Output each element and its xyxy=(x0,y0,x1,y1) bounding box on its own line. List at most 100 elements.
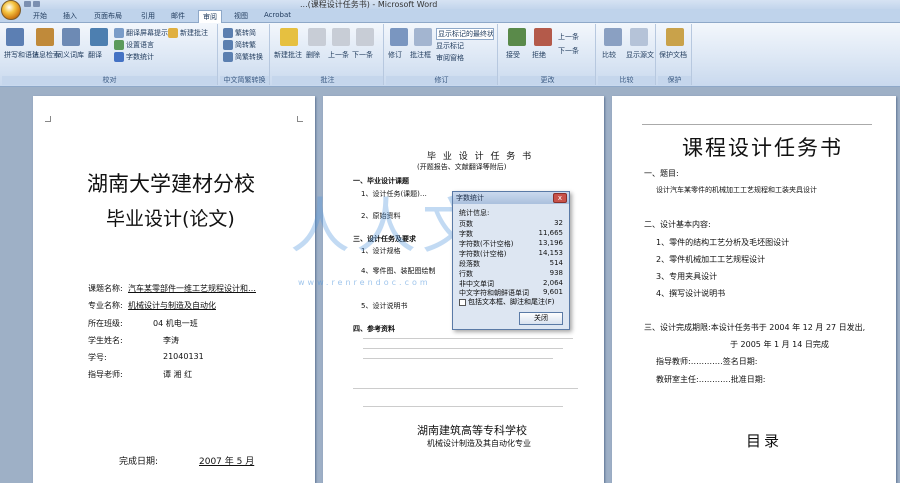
tab-references[interactable]: 引用 xyxy=(141,11,155,21)
reject-button[interactable]: 拒绝 xyxy=(532,50,546,60)
tab-review[interactable]: 审阅 xyxy=(198,10,222,24)
group-label-comments: 批注 xyxy=(272,76,383,85)
conversion-icon xyxy=(223,52,233,62)
show-source-button[interactable]: 显示源文档 xyxy=(626,50,654,60)
assignment-item: 指导教师:…………签名日期: xyxy=(656,357,758,366)
stat-label: 字符数(不计空格) xyxy=(459,240,514,248)
include-textboxes-checkbox[interactable]: 包括文本框、脚注和尾注(F) xyxy=(459,297,555,307)
group-label-chinese-conversion: 中文简繁转换 xyxy=(220,76,269,85)
research-icon[interactable] xyxy=(36,28,54,46)
stat-row: 行数 938 xyxy=(459,269,565,279)
simp-to-trad-icon xyxy=(223,40,233,50)
track-changes-icon[interactable] xyxy=(390,28,408,46)
assignment-item: 1、零件的结构工艺分析及毛坯图设计 xyxy=(656,238,790,247)
delete-comment-button[interactable]: 删除 xyxy=(306,50,320,60)
new-comment-button[interactable]: 新建批注 xyxy=(274,50,302,60)
previous-change-button[interactable]: 上一条 xyxy=(558,32,579,42)
set-language-button[interactable]: 设置语言 xyxy=(114,40,154,50)
new-comment-icon[interactable] xyxy=(280,28,298,46)
close-button[interactable] xyxy=(882,0,896,8)
stat-value: 11,665 xyxy=(538,229,564,237)
new-comment-small-button[interactable]: 新建批注 xyxy=(168,28,208,38)
table-of-contents-heading: 目录 xyxy=(746,432,783,450)
stat-value: 9,601 xyxy=(542,288,563,296)
next-comment-icon[interactable] xyxy=(356,28,374,46)
show-source-icon[interactable] xyxy=(630,28,648,46)
field-value-topic: 汽车某零部件一维工艺规程设计和… xyxy=(128,284,256,293)
ribbon: 拼写和语法 信息检索 同义词库 翻译 翻译屏幕提示 设置语言 字数统计 新建批注… xyxy=(0,23,900,87)
translation-tip-button[interactable]: 翻译屏幕提示 xyxy=(114,28,168,38)
trad-to-simp-button[interactable]: 繁转简 xyxy=(223,28,256,38)
close-dialog-button[interactable]: 关闭 xyxy=(519,312,563,325)
page-3-assignment[interactable]: 课程设计任务书 一、题目: 设计汽车某零件的机械加工工艺规程和工装夹具设计 二、… xyxy=(612,96,896,483)
language-icon xyxy=(114,40,124,50)
assignment-item: 3、专用夹具设计 xyxy=(656,272,718,281)
stat-row: 页数 32 xyxy=(459,219,565,229)
accept-button[interactable]: 接受 xyxy=(506,50,520,60)
stat-value: 14,153 xyxy=(538,249,564,257)
translation-tip-label: 翻译屏幕提示 xyxy=(126,29,168,37)
next-change-button[interactable]: 下一条 xyxy=(558,46,579,56)
thesaurus-icon[interactable] xyxy=(62,28,80,46)
tab-view[interactable]: 视图 xyxy=(234,11,248,21)
undo-icon[interactable] xyxy=(33,1,40,7)
track-changes-button[interactable]: 修订 xyxy=(388,50,402,60)
compare-icon[interactable] xyxy=(604,28,622,46)
reject-icon[interactable] xyxy=(534,28,552,46)
reviewing-pane-button[interactable]: 审阅窗格 xyxy=(436,53,464,63)
word-count-button[interactable]: 字数统计 xyxy=(114,52,154,62)
school-name: 湖南大学建材分校 xyxy=(87,172,255,196)
major-footer: 机械设计制造及其自动化专业 xyxy=(427,439,531,448)
dialog-title: 字数统计 xyxy=(453,192,569,204)
spelling-icon[interactable] xyxy=(6,28,24,46)
page-1-cover[interactable]: 湖南大学建材分校 毕业设计(论文) 课题名称: 汽车某零部件一维工艺规程设计和…… xyxy=(33,96,315,483)
minimize-button[interactable] xyxy=(854,0,868,8)
translate-button[interactable]: 翻译 xyxy=(88,50,102,60)
balloons-button[interactable]: 批注框 xyxy=(410,50,431,60)
tab-page-layout[interactable]: 页面布局 xyxy=(94,11,122,21)
previous-comment-icon[interactable] xyxy=(332,28,350,46)
trad-to-simp-label: 繁转简 xyxy=(235,29,256,37)
assignment-item: 二、设计基本内容: xyxy=(644,220,711,229)
assignment-item: 2、零件机械加工工艺规程设计 xyxy=(656,255,766,264)
field-value-advisor: 谭 湘 红 xyxy=(163,370,193,379)
dialog-close-icon[interactable]: x xyxy=(553,193,567,203)
text-line xyxy=(363,406,563,407)
tab-mailings[interactable]: 邮件 xyxy=(171,11,185,21)
group-protect: 保护文档 保护 xyxy=(658,24,692,85)
simp-to-trad-label: 简转繁 xyxy=(235,41,256,49)
task-section: 4、零件图、装配图绘制 xyxy=(361,267,436,275)
translate-icon[interactable] xyxy=(90,28,108,46)
assignment-item: 教研室主任:…………批准日期: xyxy=(656,375,766,384)
compare-button[interactable]: 比较 xyxy=(602,50,616,60)
checkbox-box[interactable] xyxy=(459,298,466,306)
tab-insert[interactable]: 插入 xyxy=(63,11,77,21)
previous-comment-button[interactable]: 上一条 xyxy=(328,50,349,60)
maximize-button[interactable] xyxy=(868,0,882,8)
protect-document-button[interactable]: 保护文档 xyxy=(659,50,687,60)
word-count-icon xyxy=(114,52,124,62)
set-language-label: 设置语言 xyxy=(126,41,154,49)
field-value-class: 04 机电一班 xyxy=(153,319,198,328)
field-label-major: 专业名称: xyxy=(88,301,123,310)
group-label-tracking: 修订 xyxy=(386,76,497,85)
tab-home[interactable]: 开始 xyxy=(33,11,47,21)
field-label-advisor: 指导老师: xyxy=(88,370,123,379)
stat-row: 字数 11,665 xyxy=(459,229,565,239)
balloons-icon[interactable] xyxy=(414,28,432,46)
delete-comment-icon[interactable] xyxy=(308,28,326,46)
office-button[interactable] xyxy=(1,0,21,20)
next-comment-button[interactable]: 下一条 xyxy=(352,50,373,60)
accept-icon[interactable] xyxy=(508,28,526,46)
simp-to-trad-button[interactable]: 简转繁 xyxy=(223,40,256,50)
group-tracking: 修订 批注框 显示标记的最终状态 显示标记 审阅窗格 修订 xyxy=(386,24,498,85)
display-for-review-select[interactable]: 显示标记的最终状态 xyxy=(436,28,494,40)
conversion-button[interactable]: 简繁转换 xyxy=(223,52,263,62)
save-icon[interactable] xyxy=(24,1,31,7)
thesaurus-button[interactable]: 同义词库 xyxy=(56,50,84,60)
protect-document-icon[interactable] xyxy=(666,28,684,46)
show-markup-button[interactable]: 显示标记 xyxy=(436,41,464,51)
tab-acrobat[interactable]: Acrobat xyxy=(264,11,291,19)
group-label-changes: 更改 xyxy=(500,76,595,85)
group-compare: 比较 显示源文档 比较 xyxy=(598,24,656,85)
